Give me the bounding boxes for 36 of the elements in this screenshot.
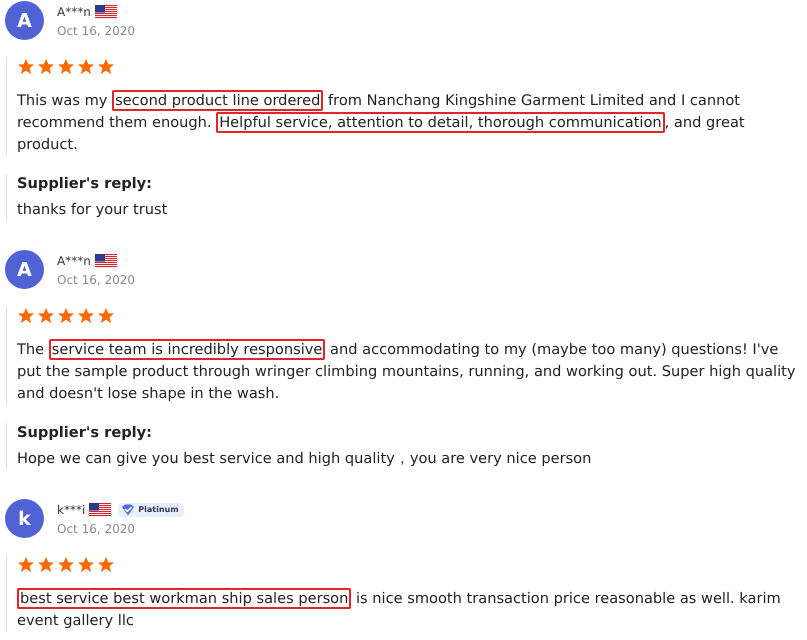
star-icon — [17, 307, 35, 324]
flag-icon — [89, 502, 112, 516]
star-icon — [77, 556, 95, 573]
review-text: The service team is incredibly responsive and accommodating to my (maybe too many) questions! I've put the sample product through wringer climbing mountains, running, and working out. Super high quality and doesn't lose shape in the wash. — [17, 339, 797, 404]
reply-label: Supplier's reply: — [17, 174, 154, 194]
reply-label: Supplier's reply: — [17, 423, 154, 443]
flag-icon — [94, 4, 117, 18]
avatar: A — [5, 1, 44, 40]
review-date: Oct 16, 2020 — [57, 273, 135, 287]
review-text: This was my second product line ordered from Nanchang Kingshine Garment Limited and I cannot recommend them enough. Helpful service, attention to detail, thorough communication , and great product. — [17, 90, 746, 155]
star-icon — [77, 58, 95, 75]
review-date: Oct 16, 2020 — [57, 24, 135, 38]
star-icon — [57, 58, 75, 75]
reviewer-name: k***i — [57, 502, 86, 516]
star-icon — [77, 307, 95, 324]
star-icon — [97, 307, 115, 324]
star-icon — [97, 556, 115, 573]
check-badge-icon — [121, 504, 136, 516]
star-icon — [37, 58, 55, 75]
review-text: best service best workman ship sales person is nice smooth transaction price reasonable as well. karim event gallery llc — [17, 588, 782, 631]
badge-label: Platinum — [138, 505, 179, 514]
reviewer-name: A***n — [57, 254, 91, 268]
star-icon — [57, 307, 75, 324]
star-icon — [57, 556, 75, 573]
star-icon — [37, 556, 55, 573]
reviewer-name: A***n — [57, 4, 91, 18]
review-date: Oct 16, 2020 — [57, 522, 136, 536]
reply-text: thanks for your trust — [17, 200, 168, 220]
star-icon — [17, 58, 35, 75]
flag-icon — [94, 254, 117, 268]
star-icon — [97, 58, 115, 75]
star-icon — [37, 307, 55, 324]
star-icon — [17, 556, 35, 573]
avatar: A — [5, 250, 44, 289]
avatar: k — [5, 499, 44, 538]
reply-text: Hope we can give you best service and high quality，you are very nice person — [17, 449, 592, 469]
